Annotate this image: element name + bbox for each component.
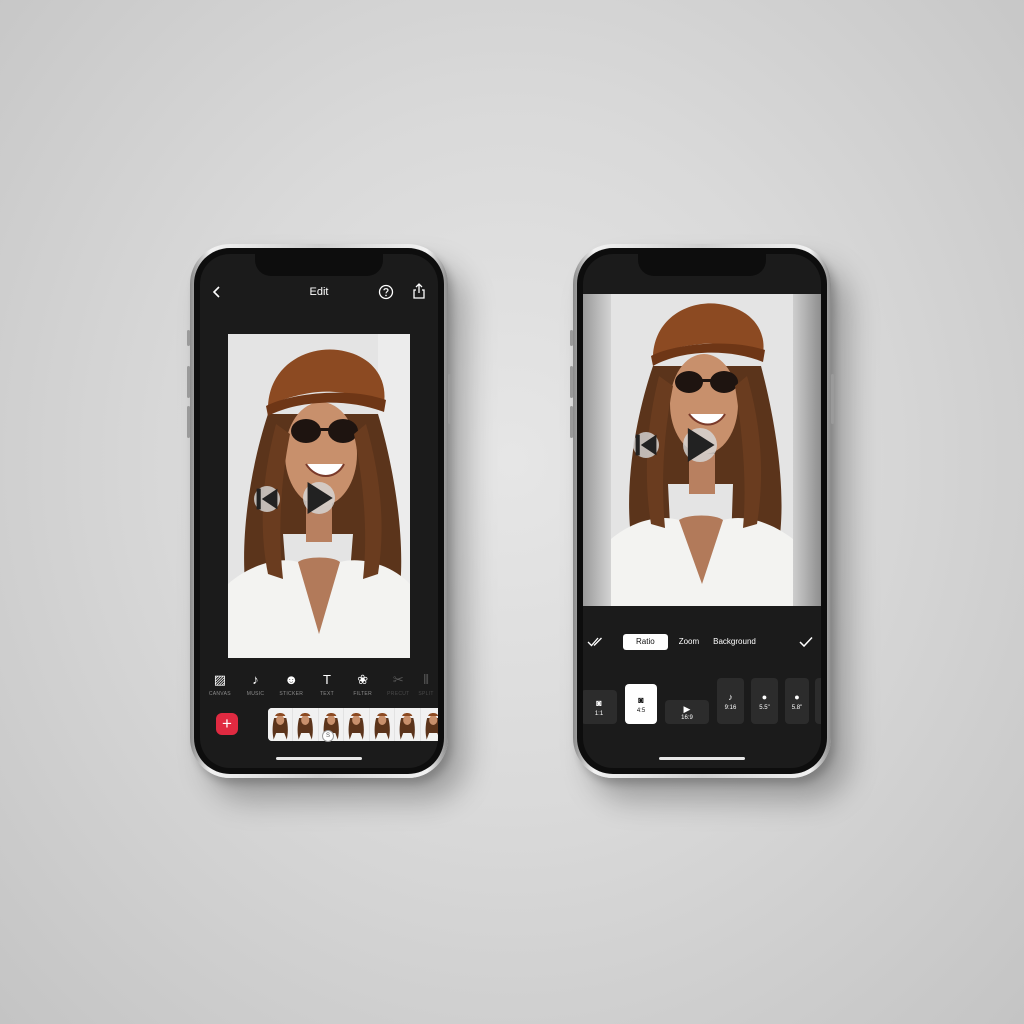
volume-down-button <box>570 406 573 438</box>
editor-screen: Edit ▨ CANVAS ♪ MUSIC ☻ STICKER T TEXT ❀… <box>200 254 438 768</box>
tool-split[interactable]: ⫴ SPLIT <box>418 672 434 704</box>
notch <box>638 254 766 276</box>
ratio-option-4-5[interactable]: ◙ 4:5 <box>625 684 657 724</box>
skip-back-icon <box>635 434 657 456</box>
youtube-icon: ▶ <box>683 703 691 714</box>
skip-back-icon <box>256 488 278 510</box>
filter-icon: ❀ <box>357 672 369 687</box>
tiktok-icon: ♪ <box>728 691 733 702</box>
tool-music[interactable]: ♪ MUSIC <box>240 672 272 704</box>
timeline-thumbnail <box>268 708 294 741</box>
side-button <box>187 330 190 346</box>
smiley-icon: ☻ <box>284 672 299 687</box>
share-icon[interactable] <box>412 283 426 300</box>
playhead-marker[interactable]: S <box>322 730 334 742</box>
ratio-option-9-16[interactable]: ♪ 9:16 <box>717 678 744 724</box>
timeline-thumbnail <box>344 708 370 741</box>
volume-up-button <box>187 366 190 398</box>
editor-top-bar: Edit <box>200 282 438 304</box>
page-title: Edit <box>309 286 329 298</box>
editor-toolbar: ▨ CANVAS ♪ MUSIC ☻ STICKER T TEXT ❀ FILTER ✂ P… <box>200 672 438 704</box>
ratio-option-5-8[interactable]: ● 5.8" <box>785 678 809 724</box>
confirm-check-icon[interactable] <box>799 636 813 648</box>
ratio-option-16-9[interactable]: ▶ 16:9 <box>665 700 709 724</box>
play-icon <box>307 482 333 514</box>
volume-up-button <box>570 366 573 398</box>
home-indicator <box>276 757 362 760</box>
notch <box>255 254 383 276</box>
play-button[interactable] <box>303 482 335 514</box>
tool-precut[interactable]: ✂ PRECUT <box>382 672 414 704</box>
timeline-thumbnail <box>395 708 421 741</box>
tool-canvas[interactable]: ▨ CANVAS <box>204 672 236 704</box>
instagram-icon: ◙ <box>638 694 644 705</box>
tab-zoom[interactable]: Zoom <box>672 634 706 650</box>
video-preview[interactable] <box>228 334 410 658</box>
volume-down-button <box>187 406 190 438</box>
timeline-thumbnail <box>369 708 396 741</box>
power-button <box>831 374 834 424</box>
home-indicator <box>659 757 745 760</box>
tab-background[interactable]: Background <box>706 634 763 650</box>
scissors-icon: ✂ <box>392 672 404 687</box>
apple-icon: ● <box>794 691 800 702</box>
ratio-screen: Ratio Zoom Background ◙ 1:1 ◙ 4:5 ▶ 16:9… <box>583 254 821 768</box>
tool-filter[interactable]: ❀ FILTER <box>347 672 379 704</box>
rewind-button[interactable] <box>633 432 659 458</box>
tool-sticker[interactable]: ☻ STICKER <box>275 672 307 704</box>
play-icon <box>687 428 715 462</box>
power-button <box>448 374 451 424</box>
text-icon: T <box>322 672 331 687</box>
ratio-option-5-5[interactable]: ● 5.5" <box>751 678 778 724</box>
phone-ratio: Ratio Zoom Background ◙ 1:1 ◙ 4:5 ▶ 16:9… <box>570 244 834 778</box>
apply-all-icon[interactable] <box>587 636 605 648</box>
canvas-preview[interactable] <box>583 294 821 606</box>
ratio-option-partial[interactable] <box>815 678 821 724</box>
timeline-thumbnail <box>420 708 438 741</box>
timeline-strip[interactable] <box>268 708 438 741</box>
canvas-icon: ▨ <box>213 672 226 687</box>
play-button[interactable] <box>683 428 717 462</box>
ratio-options: ◙ 1:1 ◙ 4:5 ▶ 16:9 ♪ 9:16 ● 5.5" ● 5.8" <box>583 678 821 724</box>
side-button <box>570 330 573 346</box>
timeline-thumbnail <box>293 708 319 741</box>
instagram-icon: ◙ <box>596 697 602 708</box>
rewind-button[interactable] <box>254 486 280 512</box>
split-icon: ⫴ <box>423 672 429 687</box>
phone-editor: Edit ▨ CANVAS ♪ MUSIC ☻ STICKER T TEXT ❀… <box>187 244 451 778</box>
ratio-tabs: Ratio Zoom Background <box>623 634 763 650</box>
apple-icon: ● <box>761 691 768 702</box>
tool-text[interactable]: T TEXT <box>311 672 343 704</box>
add-clip-button[interactable]: + <box>216 713 238 735</box>
tab-ratio[interactable]: Ratio <box>623 634 668 650</box>
ratio-option-1-1[interactable]: ◙ 1:1 <box>583 690 617 724</box>
question-circle-icon[interactable] <box>378 284 394 300</box>
music-note-icon: ♪ <box>252 672 259 687</box>
